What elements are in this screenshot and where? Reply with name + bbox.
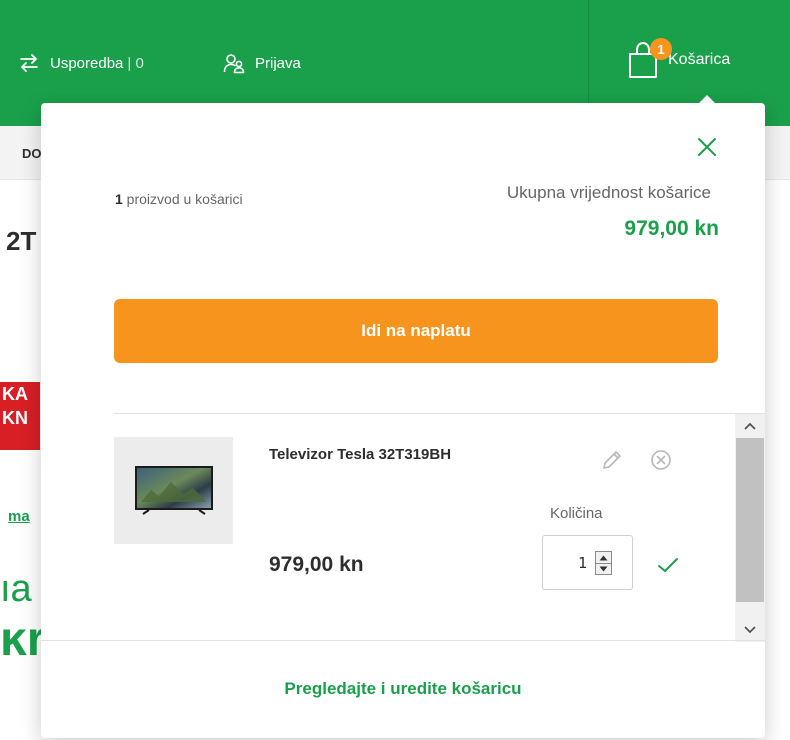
items-count-text: 1 proizvod u košarici <box>115 191 243 207</box>
checkmark-icon[interactable] <box>656 553 680 577</box>
compare-count: | 0 <box>127 54 144 72</box>
quantity-stepper <box>542 535 633 590</box>
spinner-down-icon <box>599 566 608 572</box>
quantity-label: Količina <box>550 505 603 522</box>
items-count-number: 1 <box>115 191 123 207</box>
background-link-fragment[interactable]: ma <box>8 508 30 525</box>
quantity-decrease-button[interactable] <box>596 563 611 574</box>
cart-total-value: 979,00 kn <box>624 217 719 240</box>
product-name[interactable]: Televizor Tesla 32T319BH <box>269 446 451 463</box>
promo-line-2: KN <box>2 408 28 428</box>
checkout-button[interactable]: Idi na naplatu <box>114 299 718 363</box>
login-label: Prijava <box>255 54 301 72</box>
spinner-up-icon <box>599 555 608 560</box>
category-fragment: DO <box>22 146 42 161</box>
review-cart-link[interactable]: Pregledajte i uredite košaricu <box>41 679 765 699</box>
page: Usporedba | 0 Prijava 1 Košarica DO 2T K… <box>0 0 790 740</box>
promo-line-1: KA <box>2 384 28 404</box>
promo-badge: KA KN <box>0 382 40 450</box>
pencil-icon[interactable] <box>600 448 624 472</box>
remove-circle-icon[interactable] <box>650 449 672 471</box>
compare-label: Usporedba <box>50 54 124 72</box>
login-link[interactable]: Prijava <box>223 50 301 76</box>
product-title-fragment: 2T <box>6 226 37 256</box>
quantity-increase-button[interactable] <box>596 552 611 563</box>
mini-cart-popup: 1 proizvod u košarici Ukupna vrijednost … <box>41 103 765 738</box>
quantity-input[interactable] <box>557 551 587 575</box>
compare-arrows-icon <box>18 52 40 74</box>
shopping-bag-icon: 1 <box>626 38 672 80</box>
product-price: 979,00 kn <box>269 553 364 576</box>
users-icon <box>223 52 245 74</box>
items-scrollbar[interactable] <box>735 414 765 642</box>
cart-label: Košarica <box>668 51 731 68</box>
cart-count-badge: 1 <box>650 38 672 60</box>
product-thumbnail[interactable] <box>114 437 233 544</box>
background-text-fragment-2: ĸr <box>0 613 46 666</box>
scroll-down-icon[interactable] <box>735 618 765 642</box>
cart-items-list: Televizor Tesla 32T319BH Količina 979,00… <box>114 413 765 642</box>
quantity-spinner[interactable] <box>595 551 612 575</box>
close-icon[interactable] <box>695 135 719 159</box>
items-count-suffix: proizvod u košarici <box>122 191 243 207</box>
cart-button[interactable]: 1 Košarica <box>626 38 730 82</box>
cart-total-label: Ukupna vrijednost košarice <box>506 183 711 202</box>
tv-image <box>134 465 213 515</box>
background-text-fragment-1: ıa <box>0 568 32 610</box>
footer-divider <box>41 640 765 641</box>
compare-link[interactable]: Usporedba | 0 <box>18 50 144 76</box>
scroll-thumb[interactable] <box>736 438 764 602</box>
scroll-up-icon[interactable] <box>735 414 765 438</box>
